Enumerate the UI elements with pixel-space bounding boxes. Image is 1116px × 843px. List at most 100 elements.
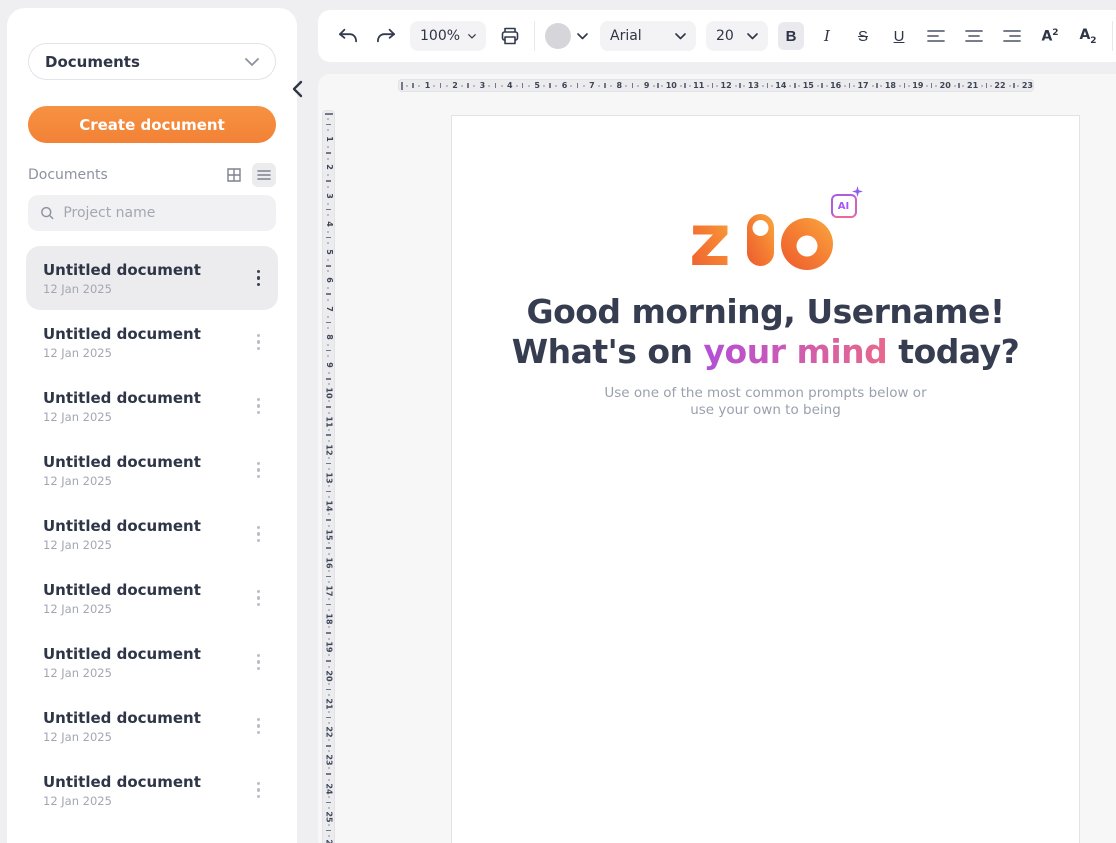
undo-icon bbox=[337, 27, 359, 45]
chevron-down-icon bbox=[245, 58, 259, 66]
sparkle-icon bbox=[852, 186, 863, 197]
document-menu-button[interactable] bbox=[253, 458, 265, 483]
create-document-button[interactable]: Create document bbox=[28, 106, 276, 143]
document-menu-button[interactable] bbox=[253, 778, 265, 803]
redo-button[interactable] bbox=[372, 22, 400, 50]
align-center-button[interactable] bbox=[960, 22, 988, 50]
document-menu-button[interactable] bbox=[253, 266, 265, 291]
align-left-button[interactable] bbox=[922, 22, 950, 50]
document-date: 12 Jan 2025 bbox=[43, 346, 201, 360]
workspace-selector-label: Documents bbox=[45, 53, 140, 71]
toolbar-divider bbox=[1112, 21, 1113, 51]
document-list-item[interactable]: Untitled document 12 Jan 2025 bbox=[26, 310, 278, 374]
document-list-item[interactable]: Untitled document 12 Jan 2025 bbox=[26, 630, 278, 694]
subscript-button[interactable]: A2 bbox=[1074, 27, 1102, 46]
zio-logo: z AI bbox=[691, 208, 841, 270]
document-date: 12 Jan 2025 bbox=[43, 474, 201, 488]
greeting-highlight: your mind bbox=[704, 332, 888, 371]
document-date: 12 Jan 2025 bbox=[43, 538, 201, 552]
grid-view-button[interactable] bbox=[222, 163, 246, 187]
editor-canvas: 1234567891011121314151617181920212223 12… bbox=[318, 74, 1116, 843]
chevron-down-icon bbox=[675, 33, 686, 40]
editor-toolbar: 100% Arial 20 B I S U A2 A2 bbox=[318, 10, 1116, 62]
document-menu-button[interactable] bbox=[253, 650, 265, 675]
sidebar-collapse-button[interactable] bbox=[288, 80, 306, 100]
document-menu-button[interactable] bbox=[253, 330, 265, 355]
greeting-heading: Good morning, Username! What's on your m… bbox=[452, 292, 1079, 372]
greeting-line1: Good morning, Username! bbox=[527, 292, 1005, 331]
document-menu-button[interactable] bbox=[253, 714, 265, 739]
document-list-item[interactable]: Untitled document 12 Jan 2025 bbox=[26, 246, 278, 310]
document-list-item[interactable]: Untitled document 12 Jan 2025 bbox=[26, 502, 278, 566]
printer-icon bbox=[500, 26, 520, 46]
document-date: 12 Jan 2025 bbox=[43, 666, 201, 680]
document-title: Untitled document bbox=[43, 261, 201, 279]
workspace-selector[interactable]: Documents bbox=[28, 43, 276, 80]
document-menu-button[interactable] bbox=[253, 586, 265, 611]
document-title: Untitled document bbox=[43, 325, 201, 343]
vertical-ruler: 1234567891011121314151617181920212223242… bbox=[322, 110, 335, 843]
document-title: Untitled document bbox=[43, 645, 201, 663]
horizontal-ruler: 1234567891011121314151617181920212223 bbox=[398, 79, 1034, 92]
document-title: Untitled document bbox=[43, 517, 201, 535]
greeting-line2-suffix: today? bbox=[887, 332, 1019, 371]
sidebar: Documents Create document Documents Unti… bbox=[7, 8, 297, 843]
chevron-left-icon bbox=[292, 80, 303, 98]
documents-section-label: Documents bbox=[28, 167, 108, 183]
zoom-select[interactable]: 100% bbox=[410, 21, 486, 51]
search-box bbox=[28, 195, 276, 231]
document-title: Untitled document bbox=[43, 389, 201, 407]
strikethrough-button[interactable]: S bbox=[850, 22, 876, 50]
document-list-item[interactable]: Untitled document 12 Jan 2025 bbox=[26, 694, 278, 758]
chevron-down-icon bbox=[747, 33, 758, 40]
superscript-button[interactable]: A2 bbox=[1036, 28, 1064, 45]
grid-view-icon bbox=[226, 167, 242, 183]
superscript-exp: 2 bbox=[1052, 28, 1058, 38]
subtitle-line2: use your own to being bbox=[690, 402, 841, 418]
print-button[interactable] bbox=[496, 22, 524, 50]
list-view-icon bbox=[256, 167, 272, 183]
text-color-select[interactable] bbox=[545, 23, 588, 49]
document-list-item[interactable]: Untitled document 12 Jan 2025 bbox=[26, 566, 278, 630]
superscript-label: A bbox=[1041, 28, 1052, 44]
search-input[interactable] bbox=[63, 205, 264, 221]
align-right-button[interactable] bbox=[998, 22, 1026, 50]
document-menu-button[interactable] bbox=[253, 522, 265, 547]
font-size-select[interactable]: 20 bbox=[706, 21, 768, 51]
search-icon bbox=[40, 205, 54, 221]
align-left-icon bbox=[926, 28, 946, 44]
font-family-value: Arial bbox=[610, 28, 642, 44]
subscript-sub: 2 bbox=[1090, 35, 1096, 45]
document-list-item[interactable]: Untitled document 12 Jan 2025 bbox=[26, 438, 278, 502]
list-view-button[interactable] bbox=[252, 163, 276, 187]
subscript-label: A bbox=[1079, 27, 1090, 43]
redo-icon bbox=[375, 27, 397, 45]
font-family-select[interactable]: Arial bbox=[600, 21, 696, 51]
color-swatch-circle bbox=[545, 23, 571, 49]
document-menu-button[interactable] bbox=[253, 394, 265, 419]
document-date: 12 Jan 2025 bbox=[43, 602, 201, 616]
document-list-item[interactable]: Untitled document 12 Jan 2025 bbox=[26, 374, 278, 438]
align-right-icon bbox=[1002, 28, 1022, 44]
document-page[interactable]: z AI Good morning, Username! What's on y… bbox=[451, 115, 1080, 843]
document-title: Untitled document bbox=[43, 709, 201, 727]
document-list: Untitled document 12 Jan 2025 Untitled d… bbox=[26, 246, 278, 822]
document-date: 12 Jan 2025 bbox=[43, 410, 201, 424]
document-title: Untitled document bbox=[43, 581, 201, 599]
italic-button[interactable]: I bbox=[814, 22, 840, 50]
documents-list-header: Documents bbox=[28, 162, 276, 188]
document-title: Untitled document bbox=[43, 773, 201, 791]
ai-badge: AI bbox=[831, 194, 857, 218]
zoom-value: 100% bbox=[420, 28, 460, 44]
underline-button[interactable]: U bbox=[886, 22, 912, 50]
document-list-item[interactable]: Untitled document 12 Jan 2025 bbox=[26, 758, 278, 822]
greeting-subtitle: Use one of the most common prompts below… bbox=[452, 385, 1079, 419]
logo-letter-z: z bbox=[691, 208, 731, 270]
chevron-down-icon bbox=[468, 33, 476, 40]
bold-button[interactable]: B bbox=[778, 22, 804, 50]
undo-button[interactable] bbox=[334, 22, 362, 50]
document-date: 12 Jan 2025 bbox=[43, 730, 201, 744]
chevron-down-icon bbox=[577, 33, 588, 40]
toolbar-divider bbox=[534, 21, 535, 51]
document-date: 12 Jan 2025 bbox=[43, 282, 201, 296]
